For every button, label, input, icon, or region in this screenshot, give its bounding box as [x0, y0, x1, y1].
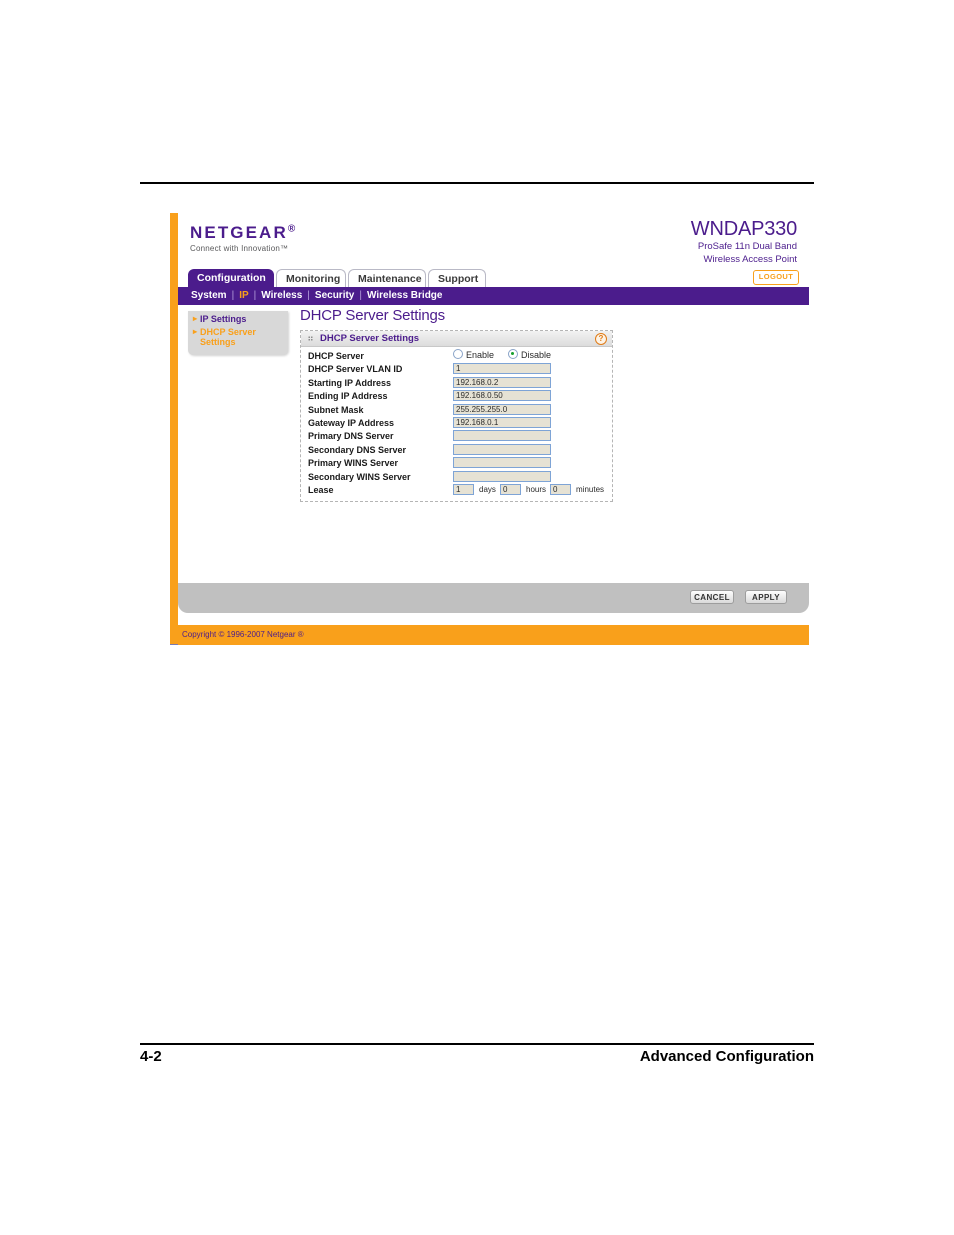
sidebar-item-label: DHCP Server Settings — [200, 327, 256, 347]
model-subtitle-line1: ProSafe 11n Dual Band — [697, 241, 797, 252]
ui-body: ▸ IP Settings ▸ DHCP Server Settings DHC… — [178, 305, 809, 583]
action-bar: CANCEL APPLY — [178, 583, 809, 613]
form-row-secondary-wins-server: Secondary WINS Server — [305, 470, 608, 484]
panel-header: DHCP Server Settings ? — [301, 331, 612, 347]
radio-enable-label: Enable — [466, 350, 495, 360]
form-row-primary-dns-server: Primary DNS Server — [305, 430, 608, 443]
apply-button[interactable]: APPLY — [745, 590, 787, 604]
form-row-primary-wins-server: Primary WINS Server — [305, 457, 608, 470]
field-label: Subnet Mask — [308, 404, 364, 415]
model-identity: WNDAP330 ProSafe 11n Dual Band Wireless … — [691, 219, 797, 266]
logout-button[interactable]: LOGOUT — [753, 270, 799, 285]
form-row-lease: Lease 1 days 0 hours 0 minutes — [305, 483, 608, 497]
tab-maintenance[interactable]: Maintenance — [348, 269, 426, 287]
dhcp-server-settings-panel: DHCP Server Settings ? DHCP Server Enabl… — [300, 330, 613, 503]
registered-mark-icon: ® — [287, 223, 298, 235]
sidebar-item-dhcp-server-settings[interactable]: ▸ DHCP Server Settings — [188, 324, 288, 347]
dhcp-server-vlan-id-input[interactable]: 1 — [453, 363, 551, 375]
form-row-ending-ip-address: Ending IP Address 192.168.0.50 — [305, 390, 608, 403]
model-subtitle-line2: Wireless Access Point — [703, 253, 797, 265]
brand-tagline: Connect with Innovation™ — [190, 244, 289, 253]
lease-minutes-input[interactable]: 0 — [550, 483, 571, 495]
starting-ip-address-input[interactable]: 192.168.0.2 — [453, 376, 551, 388]
secondary-nav-bar: System | IP | Wireless | Security | Wireless Bri… — [178, 287, 809, 305]
page-number: 4-2 — [140, 1048, 162, 1065]
help-icon[interactable]: ? — [595, 333, 607, 345]
subnav-separator: | — [307, 290, 310, 301]
form-row-dhcp-server-vlan-id: DHCP Server VLAN ID 1 — [305, 363, 608, 376]
subnav-item-ip[interactable]: IP — [236, 290, 251, 301]
gateway-ip-address-input[interactable]: 192.168.0.1 — [453, 416, 551, 428]
cancel-button[interactable]: CANCEL — [690, 590, 734, 604]
subnav-separator: | — [359, 290, 362, 301]
drag-handle-icon[interactable] — [308, 336, 313, 341]
subnav-item-security[interactable]: Security — [312, 290, 357, 301]
secondary-wins-server-input[interactable] — [453, 470, 551, 482]
device-web-ui-window: NETGEAR® Connect with Innovation™ WNDAP3… — [170, 213, 809, 645]
form-row-starting-ip-address: Starting IP Address 192.168.0.2 — [305, 376, 608, 390]
subnav-item-wireless[interactable]: Wireless — [258, 290, 305, 301]
primary-tab-bar: Configuration Monitoring Maintenance Sup… — [178, 269, 809, 287]
ui-header: NETGEAR® Connect with Innovation™ WNDAP3… — [178, 213, 809, 269]
page-title: DHCP Server Settings — [300, 307, 445, 324]
tab-support[interactable]: Support — [428, 269, 486, 287]
field-label: Secondary DNS Server — [308, 444, 407, 455]
lease-hours-unit: hours — [526, 484, 547, 494]
radio-enable-icon[interactable] — [453, 349, 463, 359]
primary-dns-server-input[interactable] — [453, 430, 551, 442]
field-label: Secondary WINS Server — [308, 471, 411, 482]
form-row-dhcp-server: DHCP Server Enable Disable — [305, 349, 608, 363]
sidebar-item-label: IP Settings — [200, 314, 247, 324]
radio-disable-label: Disable — [521, 350, 552, 360]
field-label: Primary DNS Server — [308, 431, 394, 442]
subnav-item-system[interactable]: System — [188, 290, 230, 301]
field-label: DHCP Server VLAN ID — [308, 364, 403, 375]
dhcp-server-radio-group: Enable Disable — [453, 349, 551, 360]
subnav-item-wireless-bridge[interactable]: Wireless Bridge — [364, 290, 446, 301]
form-row-secondary-dns-server: Secondary DNS Server — [305, 443, 608, 457]
lease-days-unit: days — [479, 484, 496, 494]
page-footer-rule — [140, 1043, 814, 1045]
page-header-rule — [140, 182, 814, 184]
tab-configuration[interactable]: Configuration — [188, 269, 274, 287]
lease-minutes-unit: minutes — [576, 484, 605, 494]
primary-wins-server-input[interactable] — [453, 457, 551, 469]
form-row-subnet-mask: Subnet Mask 255.255.255.0 — [305, 403, 608, 417]
field-label: Primary WINS Server — [308, 458, 399, 469]
field-label: Starting IP Address — [308, 377, 392, 388]
subnet-mask-input[interactable]: 255.255.255.0 — [453, 403, 551, 415]
chapter-title: Advanced Configuration — [639, 1048, 814, 1065]
radio-option-disable[interactable]: Disable — [508, 349, 552, 360]
device-ui-inner: NETGEAR® Connect with Innovation™ WNDAP3… — [178, 213, 809, 625]
chevron-right-icon: ▸ — [193, 327, 198, 336]
lease-hours-input[interactable]: 0 — [500, 483, 521, 495]
form-row-gateway-ip-address: Gateway IP Address 192.168.0.1 — [305, 416, 608, 430]
sidebar-item-ip-settings[interactable]: ▸ IP Settings — [188, 311, 288, 324]
radio-disable-icon[interactable] — [508, 349, 519, 359]
panel-title: DHCP Server Settings — [320, 333, 420, 344]
panel-body: DHCP Server Enable Disable DHCP Server VL… — [301, 347, 612, 501]
field-label: Ending IP Address — [308, 391, 388, 402]
sidebar-menu: ▸ IP Settings ▸ DHCP Server Settings — [188, 311, 288, 355]
field-label: Gateway IP Address — [308, 417, 395, 428]
tab-monitoring[interactable]: Monitoring — [276, 269, 346, 287]
chevron-right-icon: ▸ — [193, 314, 198, 323]
brand-name: NETGEAR® — [190, 223, 298, 242]
field-label: DHCP Server — [308, 351, 364, 361]
netgear-logo: NETGEAR® Connect with Innovation™ — [190, 224, 297, 253]
copyright-bar: Copyright © 1996-2007 Netgear ® — [178, 625, 809, 645]
radio-option-enable[interactable]: Enable — [453, 349, 508, 360]
model-name: WNDAP330 — [690, 218, 797, 240]
ending-ip-address-input[interactable]: 192.168.0.50 — [453, 390, 551, 402]
lease-days-input[interactable]: 1 — [453, 483, 474, 495]
field-label: Lease — [308, 484, 334, 495]
secondary-dns-server-input[interactable] — [453, 443, 551, 455]
